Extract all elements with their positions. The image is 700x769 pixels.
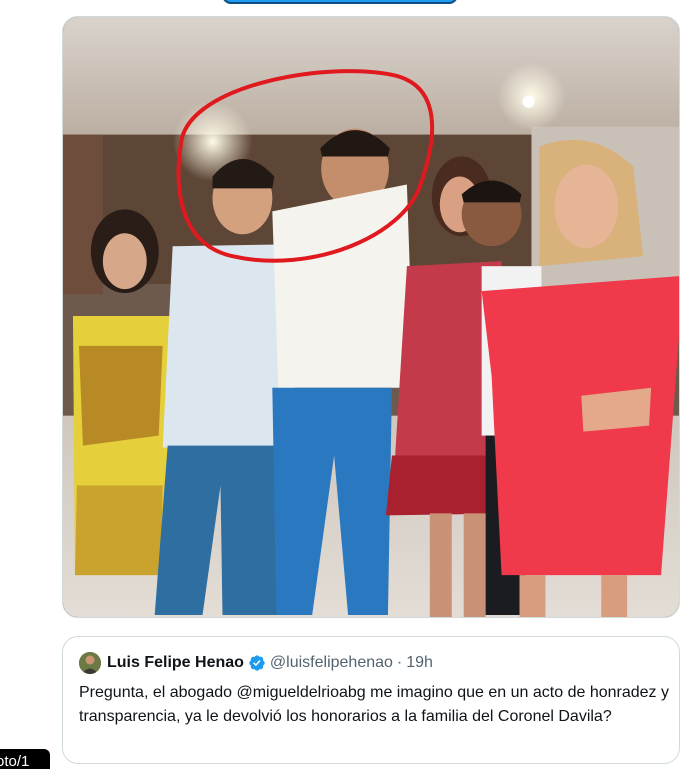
timestamp[interactable]: 19h — [406, 654, 433, 672]
photo-counter-badge: oto/1 — [0, 749, 50, 769]
verified-badge-icon — [248, 654, 266, 672]
author-handle[interactable]: @luisfelipehenao — [270, 654, 393, 672]
quoted-tweet-header: Luis Felipe Henao @luisfelipehenao · 19h — [79, 651, 663, 675]
author-display-name[interactable]: Luis Felipe Henao — [107, 654, 244, 672]
group-photo-image — [63, 17, 679, 617]
avatar[interactable] — [79, 652, 101, 674]
show-more-button[interactable] — [222, 0, 458, 4]
tweet-photo[interactable] — [62, 16, 680, 618]
quoted-tweet-text: Pregunta, el abogado @migueldelrioabg me… — [79, 684, 669, 725]
quoted-tweet[interactable]: Luis Felipe Henao @luisfelipehenao · 19h… — [62, 636, 680, 764]
meta-separator: · — [396, 654, 403, 671]
